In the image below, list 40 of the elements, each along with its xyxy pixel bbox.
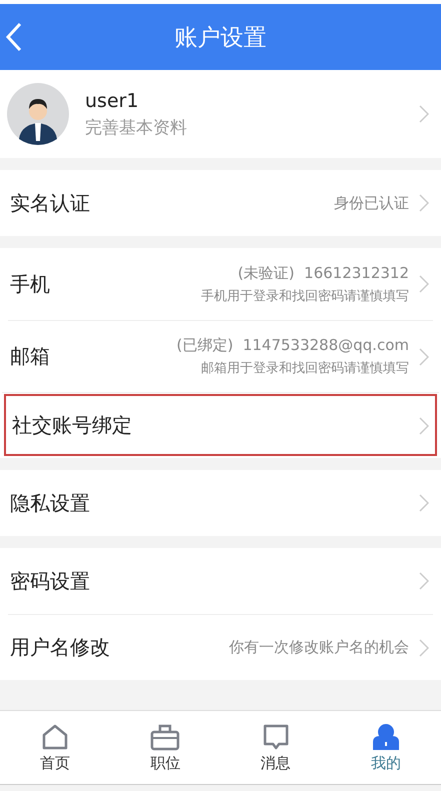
chevron-icon	[419, 572, 429, 590]
chevron-icon	[419, 275, 429, 293]
row-label: 密码设置	[10, 568, 90, 594]
briefcase-icon	[150, 722, 180, 750]
row-label: 用户名修改	[10, 634, 110, 661]
row-value: (已绑定) 1147533288@qq.com	[176, 336, 409, 355]
tab-item[interactable]: 消息	[220, 711, 331, 784]
chevron-icon	[419, 494, 429, 512]
chevron-icon	[419, 638, 429, 656]
tab-item[interactable]: 首页	[0, 711, 110, 784]
profile-row[interactable]: user1 完善基本资料	[0, 70, 441, 158]
settings-row[interactable]: 用户名修改 你有一次修改账户名的机会	[8, 614, 433, 680]
back-icon[interactable]	[5, 22, 23, 52]
profile-subtitle: 完善基本资料	[85, 116, 188, 138]
avatar-icon	[7, 83, 69, 145]
row-label: 社交账号绑定	[12, 412, 132, 439]
chevron-icon	[419, 416, 429, 434]
message-icon	[262, 722, 290, 750]
settings-row[interactable]: 社交账号绑定	[2, 392, 439, 458]
home-icon	[41, 722, 70, 750]
tab-item[interactable]: 职位	[110, 711, 220, 784]
tab-item[interactable]: 我的	[330, 711, 441, 784]
row-label: 手机	[10, 270, 50, 298]
chevron-icon	[419, 348, 429, 366]
chevron-icon	[419, 105, 429, 123]
chevron-icon	[419, 194, 429, 212]
row-label: 邮箱	[10, 343, 50, 370]
row-value: 你有一次修改账户名的机会	[229, 638, 409, 657]
user-name: user1	[85, 90, 140, 112]
settings-row[interactable]: 密码设置	[8, 548, 433, 614]
row-note: 邮箱用于登录和找回密码请谨慎填写	[201, 360, 409, 377]
page-title: 账户设置	[174, 24, 266, 52]
row-value: (未验证) 16612312312	[238, 264, 409, 282]
settings-row[interactable]: 邮箱 (已绑定) 1147533288@qq.com 邮箱用于登录和找回密码请谨慎填写	[8, 320, 433, 392]
row-label: 实名认证	[10, 190, 90, 216]
row-value: 身份已认证	[334, 194, 409, 212]
person-icon	[372, 722, 400, 750]
row-note: 手机用于登录和找回密码请谨慎填写	[201, 288, 409, 304]
row-label: 隐私设置	[10, 490, 90, 516]
settings-row[interactable]: 手机 (未验证) 16612312312 手机用于登录和找回密码请谨慎填写	[8, 248, 433, 320]
